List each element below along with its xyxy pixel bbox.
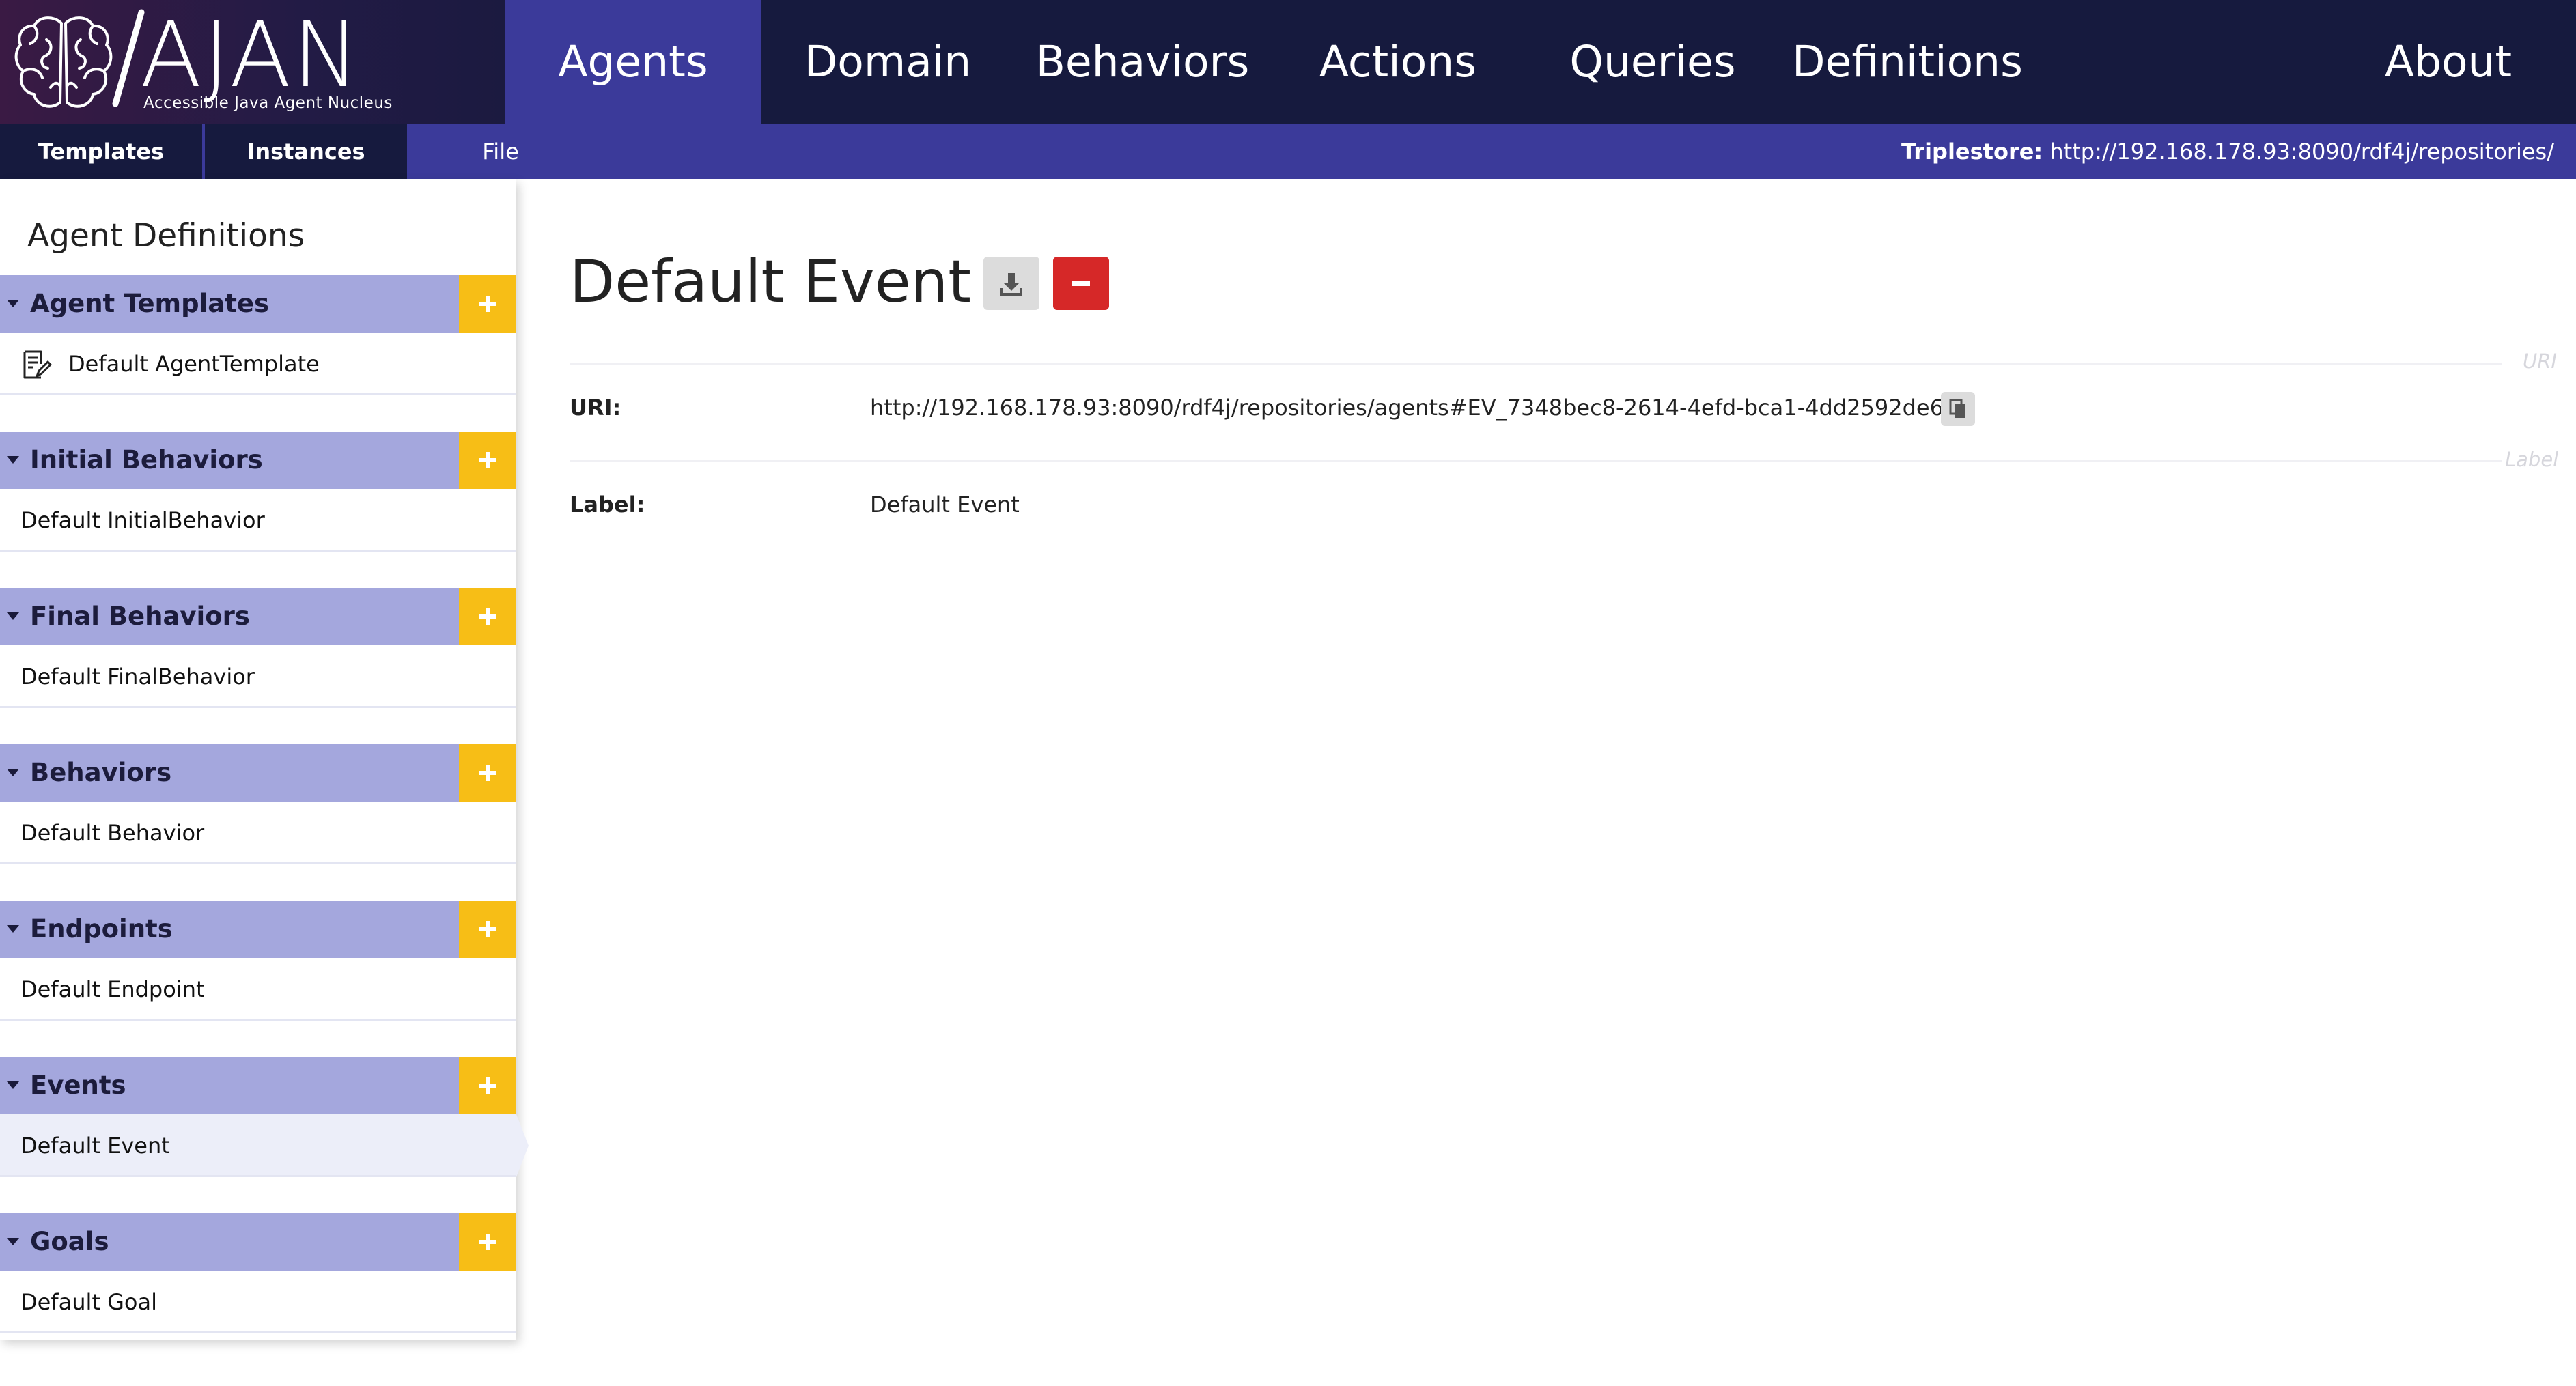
caret-down-icon [7,612,19,620]
download-icon [1000,273,1022,296]
agent-definitions-sidebar: Agent Definitions Agent Templates Defaul… [0,179,529,1340]
download-button[interactable] [983,257,1039,310]
section-header-agent-templates[interactable]: Agent Templates [0,275,459,333]
add-agent-template-button[interactable] [459,275,516,333]
nav-agents[interactable]: Agents [505,0,761,124]
label-label: Label: [570,492,645,518]
nav-domain[interactable]: Domain [761,0,1015,124]
nav-definitions[interactable]: Definitions [1780,0,2035,124]
logo-subtitle: Accessible Java Agent Nucleus [143,94,393,112]
caret-down-icon [7,769,19,776]
nav-actions[interactable]: Actions [1270,0,1526,124]
nav-about[interactable]: About [2321,0,2576,124]
caret-down-icon [7,1081,19,1089]
divider-uri [570,363,2502,365]
section-behaviors: Behaviors Default Behavior [0,744,516,864]
tab-instances[interactable]: Instances [205,124,407,179]
list-item-label: Default FinalBehavior [20,664,255,690]
selection-pointer [516,1114,529,1177]
tab-file[interactable]: File [410,124,591,179]
list-item-label: Default AgentTemplate [68,351,320,377]
section-endpoints: Endpoints Default Endpoint [0,901,516,1021]
section-header-behaviors[interactable]: Behaviors [0,744,459,802]
list-item-label: Default Goal [20,1289,157,1315]
section-events: Events Default Event [0,1057,529,1177]
list-item-default-goal[interactable]: Default Goal [0,1271,516,1333]
caret-down-icon [7,300,19,307]
page-title: Default Event [570,248,971,316]
section-header-final-behaviors[interactable]: Final Behaviors [0,588,459,645]
section-label: Behaviors [30,758,172,787]
section-label: Initial Behaviors [30,445,263,475]
list-item-default-finalbehavior[interactable]: Default FinalBehavior [0,645,516,708]
brain-icon [14,16,113,108]
sidebar-title: Agent Definitions [27,217,305,255]
uri-tag: URI [2523,350,2557,373]
list-item-default-initialbehavior[interactable]: Default InitialBehavior [0,489,516,552]
section-header-goals[interactable]: Goals [0,1213,459,1271]
triplestore-url[interactable]: http://192.168.178.93:8090/rdf4j/reposit… [2049,139,2554,165]
section-label: Endpoints [30,914,173,944]
add-initial-behavior-button[interactable] [459,432,516,489]
section-header-initial-behaviors[interactable]: Initial Behaviors [0,432,459,489]
section-final-behaviors: Final Behaviors Default FinalBehavior [0,588,516,708]
caret-down-icon [7,456,19,464]
section-label: Events [30,1071,126,1100]
copy-uri-button[interactable] [1941,392,1975,426]
top-navigation: AJAN Accessible Java Agent Nucleus Agent… [0,0,2576,124]
add-event-button[interactable] [459,1057,516,1114]
nav-behaviors[interactable]: Behaviors [1015,0,1270,124]
caret-down-icon [7,925,19,933]
caret-down-icon [7,1238,19,1245]
copy-icon [1949,399,1965,418]
list-item-default-behavior[interactable]: Default Behavior [0,802,516,864]
add-endpoint-button[interactable] [459,901,516,958]
triplestore-label: Triplestore: [1901,139,2043,165]
triplestore-info: Triplestore: http://192.168.178.93:8090/… [1901,124,2554,179]
list-item-label: Default Event [20,1133,170,1159]
section-agent-templates: Agent Templates Default AgentTemplate [0,275,516,395]
label-tag: Label [2505,448,2559,471]
section-header-events[interactable]: Events [0,1057,459,1114]
minus-icon [1072,281,1090,286]
uri-value: http://192.168.178.93:8090/rdf4j/reposit… [870,395,1971,421]
uri-label: URI: [570,395,621,421]
nav-queries[interactable]: Queries [1526,0,1780,124]
add-behavior-button[interactable] [459,744,516,802]
section-label: Final Behaviors [30,602,250,631]
divider-label [570,460,2502,462]
section-initial-behaviors: Initial Behaviors Default InitialBehavio… [0,432,516,552]
section-goals: Goals Default Goal [0,1213,516,1333]
section-label: Goals [30,1227,109,1256]
section-label: Agent Templates [30,289,270,318]
tab-templates[interactable]: Templates [0,124,202,179]
list-item-label: Default Endpoint [20,976,205,1002]
add-goal-button[interactable] [459,1213,516,1271]
list-item-label: Default InitialBehavior [20,507,265,533]
ajan-logo[interactable]: AJAN Accessible Java Agent Nucleus [0,0,505,124]
list-item-label: Default Behavior [20,820,205,846]
add-final-behavior-button[interactable] [459,588,516,645]
document-edit-icon [23,350,52,379]
list-item-default-event[interactable]: Default Event [0,1114,529,1177]
section-header-endpoints[interactable]: Endpoints [0,901,459,958]
logo-wordmark: AJAN [140,3,361,108]
label-value: Default Event [870,492,1020,518]
list-item-default-endpoint[interactable]: Default Endpoint [0,958,516,1021]
sub-navigation: Templates Instances File Triplestore: ht… [0,124,2576,179]
delete-button[interactable] [1053,257,1109,310]
list-item-default-agenttemplate[interactable]: Default AgentTemplate [0,333,516,395]
